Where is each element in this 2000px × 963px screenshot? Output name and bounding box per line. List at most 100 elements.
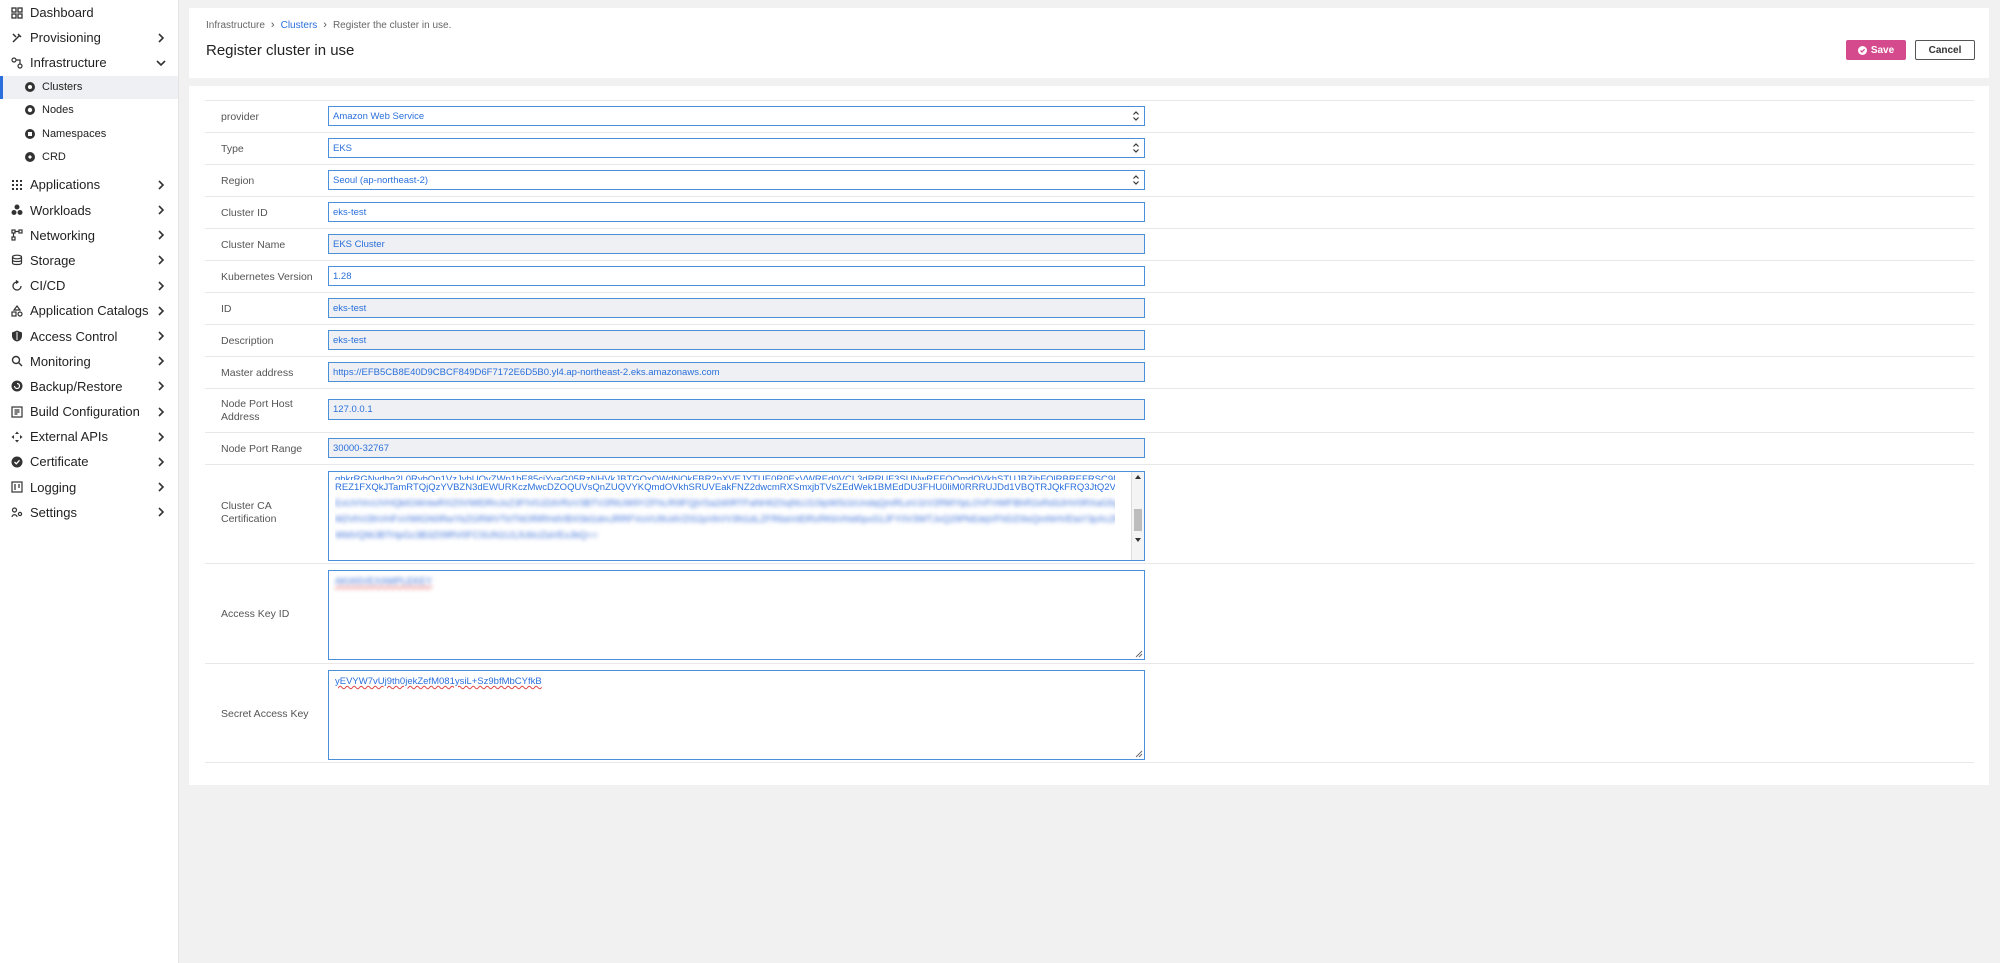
kubernetes-version-input[interactable]: 1.28 [328, 266, 1145, 286]
networking-icon [10, 228, 24, 242]
sidebar-item-external-apis[interactable]: External APIs [0, 424, 178, 449]
cluster-ca-scrollbar[interactable] [1131, 472, 1144, 560]
sidebar-item-storage[interactable]: Storage [0, 248, 178, 273]
sidebar-item-namespaces[interactable]: Namespaces [0, 122, 178, 145]
id-input[interactable]: eks-test [328, 298, 1145, 318]
resize-handle-icon[interactable] [1135, 650, 1143, 658]
sidebar-item-nodes[interactable]: Nodes [0, 99, 178, 122]
sidebar-item-access-control[interactable]: Access Control [0, 323, 178, 348]
form-row-cluster-name: Cluster Name EKS Cluster [205, 228, 1974, 260]
sidebar-item-label: Dashboard [30, 5, 94, 21]
form-row-kubernetes-version: Kubernetes Version 1.28 [205, 260, 1974, 292]
secret-access-key-textarea[interactable]: yEVYW7vUj9th0jekZefM081ysiL+Sz9bfMbCYfkB [328, 670, 1145, 760]
save-button[interactable]: Save [1846, 40, 1906, 60]
sidebar-item-label: Access Control [30, 328, 118, 344]
cluster-ca-line-2: REZ1FXQkJTamRTQjQzYVBZN3dEWURKczMwcDZOQU… [335, 482, 1115, 493]
access-key-id-value: AKIA5VEXAMPLEKEY [335, 576, 433, 587]
sidebar-item-application-catalogs[interactable]: Application Catalogs [0, 298, 178, 323]
sidebar-item-certificate[interactable]: Certificate [0, 449, 178, 474]
description-input[interactable]: eks-test [328, 330, 1145, 350]
sidebar-item-label: Namespaces [42, 127, 107, 140]
check-circle-icon [1857, 45, 1867, 55]
breadcrumb-current: Register the cluster in use. [332, 19, 452, 31]
crd-icon [24, 151, 36, 163]
type-select[interactable]: EKS [328, 138, 1145, 158]
secret-access-key-label: Secret Access Key [221, 708, 309, 720]
chevron-right-icon [158, 255, 165, 266]
sidebar-item-build-configuration[interactable]: Build Configuration [0, 399, 178, 424]
nodes-icon [24, 104, 36, 116]
sidebar-item-cicd[interactable]: CI/CD [0, 273, 178, 298]
applications-icon [10, 178, 24, 192]
sidebar-item-label: Settings [30, 504, 77, 520]
node-port-range-label: Node Port Range [221, 443, 303, 455]
sidebar-item-monitoring[interactable]: Monitoring [0, 349, 178, 374]
workloads-icon [10, 203, 24, 217]
sidebar-item-dashboard[interactable]: Dashboard [0, 0, 178, 25]
type-label: Type [221, 143, 244, 155]
cancel-button[interactable]: Cancel [1915, 40, 1975, 60]
scroll-down-icon[interactable] [1135, 538, 1141, 542]
chevron-right-icon [158, 33, 165, 43]
chevron-right-icon [158, 407, 165, 417]
form-row-secret-access-key: Secret Access Key yEVYW7vUj9th0jekZefM08… [205, 663, 1974, 763]
chevron-right-icon [158, 507, 165, 517]
form-row-id: ID eks-test [205, 292, 1974, 324]
scroll-up-icon[interactable] [1135, 475, 1141, 479]
monitoring-icon [10, 354, 24, 368]
sidebar-item-backup-restore[interactable]: Backup/Restore [0, 374, 178, 399]
scroll-thumb[interactable] [1134, 509, 1142, 531]
id-label: ID [221, 303, 232, 315]
external-api-icon [10, 430, 24, 444]
form-row-provider: provider Amazon Web Service [205, 100, 1974, 132]
sidebar-item-label: Networking [30, 227, 96, 243]
dashboard-icon [10, 6, 24, 20]
cluster-ca-label: Cluster CA Certification [221, 500, 277, 525]
sidebar-item-label: Workloads [30, 202, 92, 218]
cluster-id-input[interactable]: eks-test [328, 202, 1145, 222]
cicd-icon [10, 279, 24, 293]
breadcrumb-infrastructure[interactable]: Infrastructure [206, 20, 265, 31]
chevron-right-icon: › [270, 19, 275, 31]
page-header: Infrastructure › Clusters › Register the… [189, 8, 1989, 78]
sidebar-item-clusters[interactable]: Clusters [0, 75, 178, 99]
build-icon [10, 405, 24, 419]
provider-label: provider [221, 111, 259, 123]
sidebar-item-infrastructure[interactable]: Infrastructure [0, 50, 178, 75]
sidebar-item-provisioning[interactable]: Provisioning [0, 25, 178, 50]
chevron-right-icon [158, 356, 165, 366]
cluster-ca-line-4: M2VhV2lhVHFxVWtGN0RwYkZGRWVTbTNORlRHdVBX… [335, 514, 1115, 525]
sidebar-item-crd[interactable]: CRD [0, 145, 178, 168]
breadcrumb-clusters[interactable]: Clusters [281, 20, 318, 31]
sidebar-item-logging[interactable]: Logging [0, 475, 178, 500]
form-row-node-port-range: Node Port Range 30000-32767 [205, 432, 1974, 464]
description-label: Description [221, 335, 274, 347]
cluster-ca-textarea[interactable]: qbkrRGNvdhg2L0RvbQp1VzJybUQyZWp1bE85cjYv… [328, 471, 1145, 561]
region-label: Region [221, 175, 255, 187]
chevron-right-icon [158, 180, 165, 190]
sidebar-item-label: Logging [30, 479, 77, 495]
cluster-name-input[interactable]: EKS Cluster [328, 234, 1145, 254]
chevron-right-icon [158, 331, 165, 341]
master-address-input[interactable]: https://EFB5CB8E40D9CBCF849D6F7172E6D5B0… [328, 362, 1145, 382]
sidebar-item-workloads[interactable]: Workloads [0, 198, 178, 223]
sidebar-item-label: Nodes [42, 104, 74, 117]
node-port-host-input[interactable]: 127.0.0.1 [328, 399, 1145, 420]
access-key-id-textarea[interactable]: AKIA5VEXAMPLEKEY [328, 570, 1145, 660]
sidebar-item-label: Application Catalogs [30, 303, 149, 319]
cluster-ca-line-5: WldVQWJBTHpGc3B3Z09RV0FCSUN1U1JUbUZaVExJ… [335, 530, 598, 541]
node-port-range-input[interactable]: 30000-32767 [328, 438, 1145, 458]
sidebar-item-settings[interactable]: Settings [0, 500, 178, 525]
provider-select[interactable]: Amazon Web Service [328, 106, 1145, 126]
sidebar-item-label: Certificate [30, 454, 89, 470]
cluster-name-label: Cluster Name [221, 239, 286, 251]
node-port-host-label: Node Port Host Address [221, 398, 293, 423]
logging-icon [10, 480, 24, 494]
region-select[interactable]: Seoul (ap-northeast-2) [328, 170, 1145, 190]
resize-handle-icon[interactable] [1135, 750, 1143, 758]
sidebar-item-applications[interactable]: Applications [0, 172, 178, 197]
form-row-cluster-id: Cluster ID eks-test [205, 196, 1974, 228]
sidebar-item-networking[interactable]: Networking [0, 223, 178, 248]
tools-icon [10, 31, 24, 45]
sidebar-item-label: Applications [30, 177, 101, 193]
